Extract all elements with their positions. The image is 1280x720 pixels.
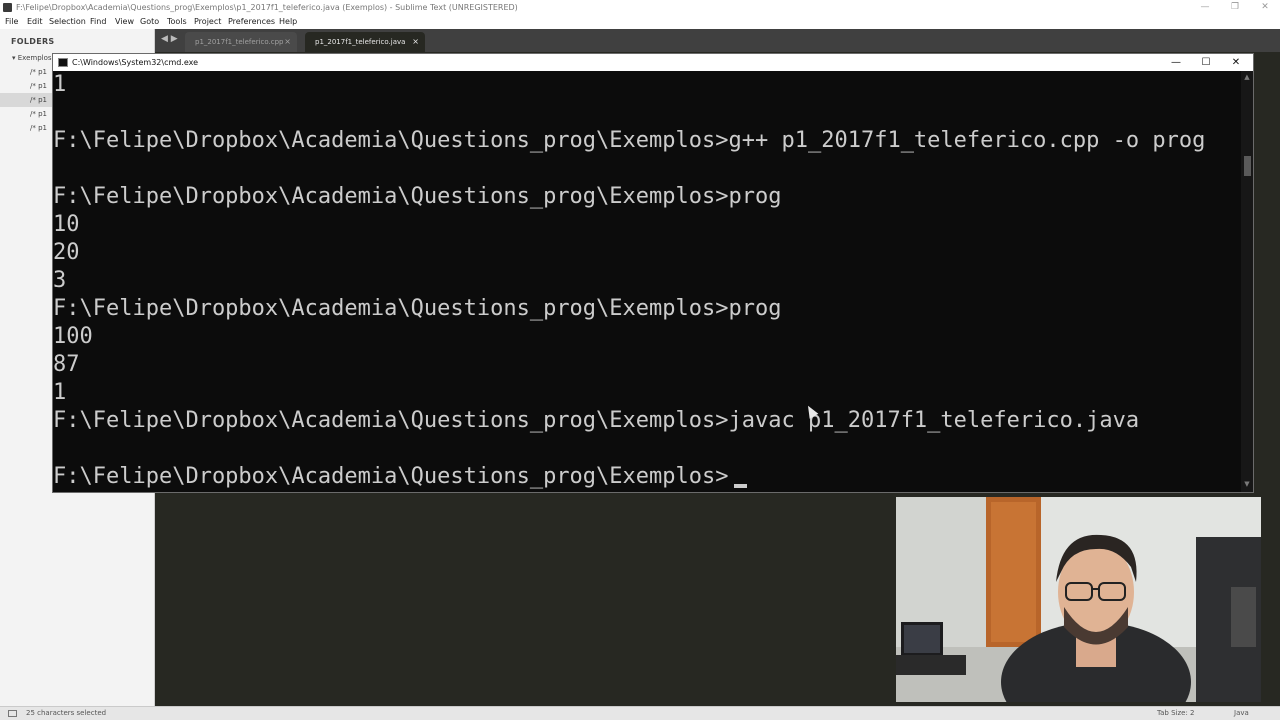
sidebar-item-label: Exemplos: [17, 54, 52, 62]
menu-view[interactable]: View: [115, 15, 134, 29]
menu-tools[interactable]: Tools: [167, 15, 187, 29]
sublime-window-title: F:\Felipe\Dropbox\Academia\Questions_pro…: [16, 3, 518, 12]
status-syntax[interactable]: Java: [1234, 707, 1249, 720]
text-cursor: [734, 484, 747, 488]
menu-project[interactable]: Project: [194, 15, 221, 29]
tab-label: p1_2017f1_teleferico.cpp: [195, 38, 284, 46]
sidebar-title: FOLDERS: [11, 37, 55, 46]
tab-cpp-file[interactable]: p1_2017f1_teleferico.cpp ×: [185, 32, 297, 52]
sublime-close-icon[interactable]: ✕: [1250, 0, 1280, 15]
status-tab-size[interactable]: Tab Size: 2: [1157, 707, 1194, 720]
tab-close-icon[interactable]: ×: [284, 32, 291, 52]
tab-bar: ◀ ▶ p1_2017f1_teleferico.cpp × p1_2017f1…: [155, 29, 1280, 52]
sidebar-item-label: /* p1: [30, 124, 47, 132]
cmd-close-icon[interactable]: ✕: [1221, 54, 1251, 71]
sublime-menubar: File Edit Selection Find View Goto Tools…: [0, 15, 1280, 29]
sublime-app-icon: [3, 3, 12, 12]
sidebar-item-label: /* p1: [30, 82, 47, 90]
console-line: F:\Felipe\Dropbox\Academia\Questions_pro…: [53, 128, 1206, 153]
webcam-overlay: [896, 497, 1261, 702]
tab-label: p1_2017f1_teleferico.java: [315, 38, 406, 46]
tab-nav-arrows-icon[interactable]: ◀ ▶: [161, 34, 178, 44]
cmd-app-icon: [58, 58, 68, 67]
cmd-maximize-icon[interactable]: ☐: [1191, 54, 1221, 71]
console-line: 20: [53, 240, 80, 265]
sidebar-item-label: /* p1: [30, 110, 47, 118]
cmd-scrollbar[interactable]: ▲ ▼: [1241, 71, 1253, 492]
console-line: F:\Felipe\Dropbox\Academia\Questions_pro…: [53, 184, 782, 209]
sublime-maximize-icon[interactable]: ❐: [1220, 0, 1250, 15]
menu-selection[interactable]: Selection: [49, 15, 86, 29]
console-line: 10: [53, 212, 80, 237]
panel-toggle-icon[interactable]: [8, 710, 17, 717]
sublime-titlebar: F:\Felipe\Dropbox\Academia\Questions_pro…: [0, 0, 1280, 15]
menu-find[interactable]: Find: [90, 15, 106, 29]
console-prompt-line[interactable]: F:\Felipe\Dropbox\Academia\Questions_pro…: [53, 463, 729, 491]
scrollbar-thumb[interactable]: [1244, 156, 1251, 176]
tab-close-icon[interactable]: ×: [412, 32, 419, 52]
menu-goto[interactable]: Goto: [140, 15, 159, 29]
menu-edit[interactable]: Edit: [27, 15, 43, 29]
status-selection-text: 25 characters selected: [26, 709, 107, 717]
console-line: 100: [53, 324, 93, 349]
menu-help[interactable]: Help: [279, 15, 297, 29]
sidebar-item-label: /* p1: [30, 96, 47, 104]
scroll-up-icon[interactable]: ▲: [1243, 73, 1251, 81]
scroll-down-icon[interactable]: ▼: [1243, 480, 1251, 488]
console-line: 1: [53, 72, 67, 97]
console-line: 3: [53, 268, 67, 293]
cmd-window-title: C:\Windows\System32\cmd.exe: [72, 58, 199, 67]
console-line: 87: [53, 352, 80, 377]
cmd-minimize-icon[interactable]: —: [1161, 54, 1191, 71]
menu-file[interactable]: File: [5, 15, 18, 29]
console-line: F:\Felipe\Dropbox\Academia\Questions_pro…: [53, 296, 782, 321]
sidebar-item-label: /* p1: [30, 68, 47, 76]
menu-preferences[interactable]: Preferences: [228, 15, 275, 29]
cmd-window[interactable]: C:\Windows\System32\cmd.exe — ☐ ✕ 1 F:\F…: [52, 53, 1254, 493]
console-line: F:\Felipe\Dropbox\Academia\Questions_pro…: [53, 408, 1140, 433]
cmd-titlebar[interactable]: C:\Windows\System32\cmd.exe — ☐ ✕: [53, 54, 1253, 71]
console-line: 1: [53, 380, 67, 405]
sublime-minimize-icon[interactable]: —: [1190, 0, 1220, 15]
tab-java-file[interactable]: p1_2017f1_teleferico.java ×: [305, 32, 425, 52]
cmd-console-output[interactable]: 1 F:\Felipe\Dropbox\Academia\Questions_p…: [53, 71, 1241, 492]
webcam-image: [896, 497, 1261, 702]
status-bar: 25 characters selected Tab Size: 2 Java: [0, 706, 1280, 720]
